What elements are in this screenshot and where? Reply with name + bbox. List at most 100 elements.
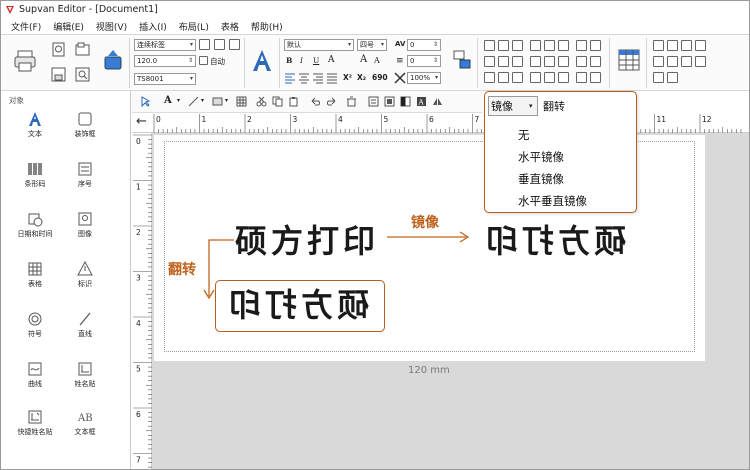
tool-datetime[interactable]: 日期和时间 <box>10 211 60 239</box>
distribute-icon[interactable] <box>576 40 587 51</box>
menu-view[interactable]: 视图(V) <box>96 20 127 33</box>
align-grid-icon[interactable] <box>484 56 495 67</box>
tool-line[interactable]: 直线 <box>60 311 110 339</box>
line-tool-icon[interactable] <box>188 96 199 107</box>
align-left-icon[interactable] <box>284 72 296 84</box>
mirror-option-horizontal[interactable]: 水平镜像 <box>518 149 564 165</box>
shrink-font-button[interactable]: A <box>374 56 380 65</box>
zoom-select[interactable]: 100% ▾ <box>407 72 441 84</box>
pointer-icon[interactable] <box>140 96 151 107</box>
printer-select[interactable]: TS8001 ▾ <box>134 73 196 85</box>
shape-tool-icon[interactable] <box>212 96 223 107</box>
table-col-icon[interactable] <box>681 56 692 67</box>
original-text-object[interactable]: 硕方打印 <box>235 223 379 259</box>
group-icon[interactable] <box>544 72 555 83</box>
chevron-down-icon[interactable]: ▾ <box>529 102 533 110</box>
table-split-icon[interactable] <box>667 72 678 83</box>
distribute-icon[interactable] <box>590 40 601 51</box>
tool-curve[interactable]: 曲线 <box>10 361 60 389</box>
align-grid-icon[interactable] <box>544 56 555 67</box>
chevron-down-icon[interactable]: ▾ <box>201 97 204 104</box>
text-tool-icon[interactable]: A <box>164 95 172 106</box>
chevron-down-icon[interactable]: ▾ <box>225 97 228 104</box>
delete-icon[interactable] <box>346 96 357 107</box>
tool-image[interactable]: 图像 <box>60 211 110 239</box>
table-row-icon[interactable] <box>695 40 706 51</box>
align-grid-icon[interactable] <box>558 40 569 51</box>
align-grid-icon[interactable] <box>498 40 509 51</box>
label-settings-icon[interactable] <box>229 39 240 50</box>
underline-button[interactable]: U <box>313 56 319 65</box>
tool-table[interactable]: 表格 <box>10 261 60 289</box>
tool-textbox[interactable]: AB 文本框 <box>60 409 110 437</box>
align-grid-icon[interactable] <box>512 56 523 67</box>
flip-menu-label[interactable]: 翻转 <box>543 98 565 114</box>
new-doc-icon[interactable] <box>51 42 66 57</box>
redo-icon[interactable] <box>326 96 337 107</box>
bold-button[interactable]: B <box>286 56 292 65</box>
tool-name-sticker[interactable]: 姓名贴 <box>60 361 110 389</box>
paste-icon[interactable] <box>288 96 299 107</box>
tool-text[interactable]: 文本 <box>10 111 60 139</box>
invert-text-icon[interactable]: A <box>416 96 427 107</box>
group-icon[interactable] <box>498 72 509 83</box>
italic-button[interactable]: I <box>300 56 303 65</box>
align-grid-icon[interactable] <box>544 40 555 51</box>
distribute-icon[interactable] <box>590 56 601 67</box>
mirror-tool-icon[interactable] <box>432 96 443 107</box>
line-spacing-input[interactable]: 0 ⇕ <box>407 55 441 67</box>
menu-edit[interactable]: 编辑(E) <box>53 20 84 33</box>
mirror-option-both[interactable]: 水平垂直镜像 <box>518 193 587 209</box>
layer-icon[interactable] <box>384 96 395 107</box>
menu-layout[interactable]: 布局(L) <box>179 20 209 33</box>
menu-table[interactable]: 表格 <box>221 20 239 33</box>
char-spacing-input[interactable]: 0 ⇕ <box>407 39 441 51</box>
table-row-icon[interactable] <box>681 40 692 51</box>
menu-file[interactable]: 文件(F) <box>11 20 41 33</box>
properties-icon[interactable] <box>368 96 379 107</box>
chevron-down-icon[interactable]: ▾ <box>177 97 180 104</box>
tool-sign[interactable]: 标识 <box>60 261 110 289</box>
superscript-button[interactable]: X² <box>343 73 352 82</box>
print-icon[interactable] <box>13 49 37 73</box>
back-arrow-icon[interactable]: ← <box>136 114 147 129</box>
align-grid-icon[interactable] <box>530 56 541 67</box>
unlock-icon[interactable] <box>590 72 601 83</box>
tool-symbol[interactable]: 符号 <box>10 311 60 339</box>
tool-quick-name-sticker[interactable]: 快捷姓名贴 <box>10 409 60 437</box>
distribute-icon[interactable] <box>576 56 587 67</box>
font-color-button[interactable]: A <box>328 55 335 65</box>
save-icon[interactable] <box>51 67 66 82</box>
table-row-icon[interactable] <box>667 40 678 51</box>
tool-serial[interactable]: 序号 <box>60 161 110 189</box>
group-icon[interactable] <box>558 72 569 83</box>
upload-icon[interactable] <box>103 49 123 71</box>
align-grid-icon[interactable] <box>512 40 523 51</box>
undo-icon[interactable] <box>310 96 321 107</box>
table-col-icon[interactable] <box>695 56 706 67</box>
align-grid-icon[interactable] <box>558 56 569 67</box>
tool-frame[interactable]: 装饰框 <box>60 111 110 139</box>
lock-icon[interactable] <box>576 72 587 83</box>
label-flag-icon[interactable] <box>214 39 225 50</box>
align-right-icon[interactable] <box>312 72 324 84</box>
align-grid-icon[interactable] <box>498 56 509 67</box>
mirror-option-none[interactable]: 无 <box>518 127 530 143</box>
label-type-select[interactable]: 连续标签 ▾ <box>134 39 196 51</box>
mirror-menu-label[interactable]: 镜像 <box>491 98 513 114</box>
table-merge-icon[interactable] <box>653 72 664 83</box>
align-grid-icon[interactable] <box>530 40 541 51</box>
insert-table-icon[interactable] <box>618 49 640 71</box>
menu-help[interactable]: 帮助(H) <box>251 20 283 33</box>
grow-font-button[interactable]: A <box>360 54 367 65</box>
group-icon[interactable] <box>484 72 495 83</box>
contrast-icon[interactable] <box>400 96 411 107</box>
grid-icon[interactable] <box>236 96 247 107</box>
insert-text-icon[interactable] <box>251 49 273 73</box>
label-width-input[interactable]: 120.0 ⇕ <box>134 55 196 67</box>
rotate-icon[interactable] <box>452 49 472 71</box>
align-center-icon[interactable] <box>298 72 310 84</box>
subscript-button[interactable]: X₂ <box>357 73 366 82</box>
preview-icon[interactable] <box>75 67 90 82</box>
tool-barcode[interactable]: 条形码 <box>10 161 60 189</box>
